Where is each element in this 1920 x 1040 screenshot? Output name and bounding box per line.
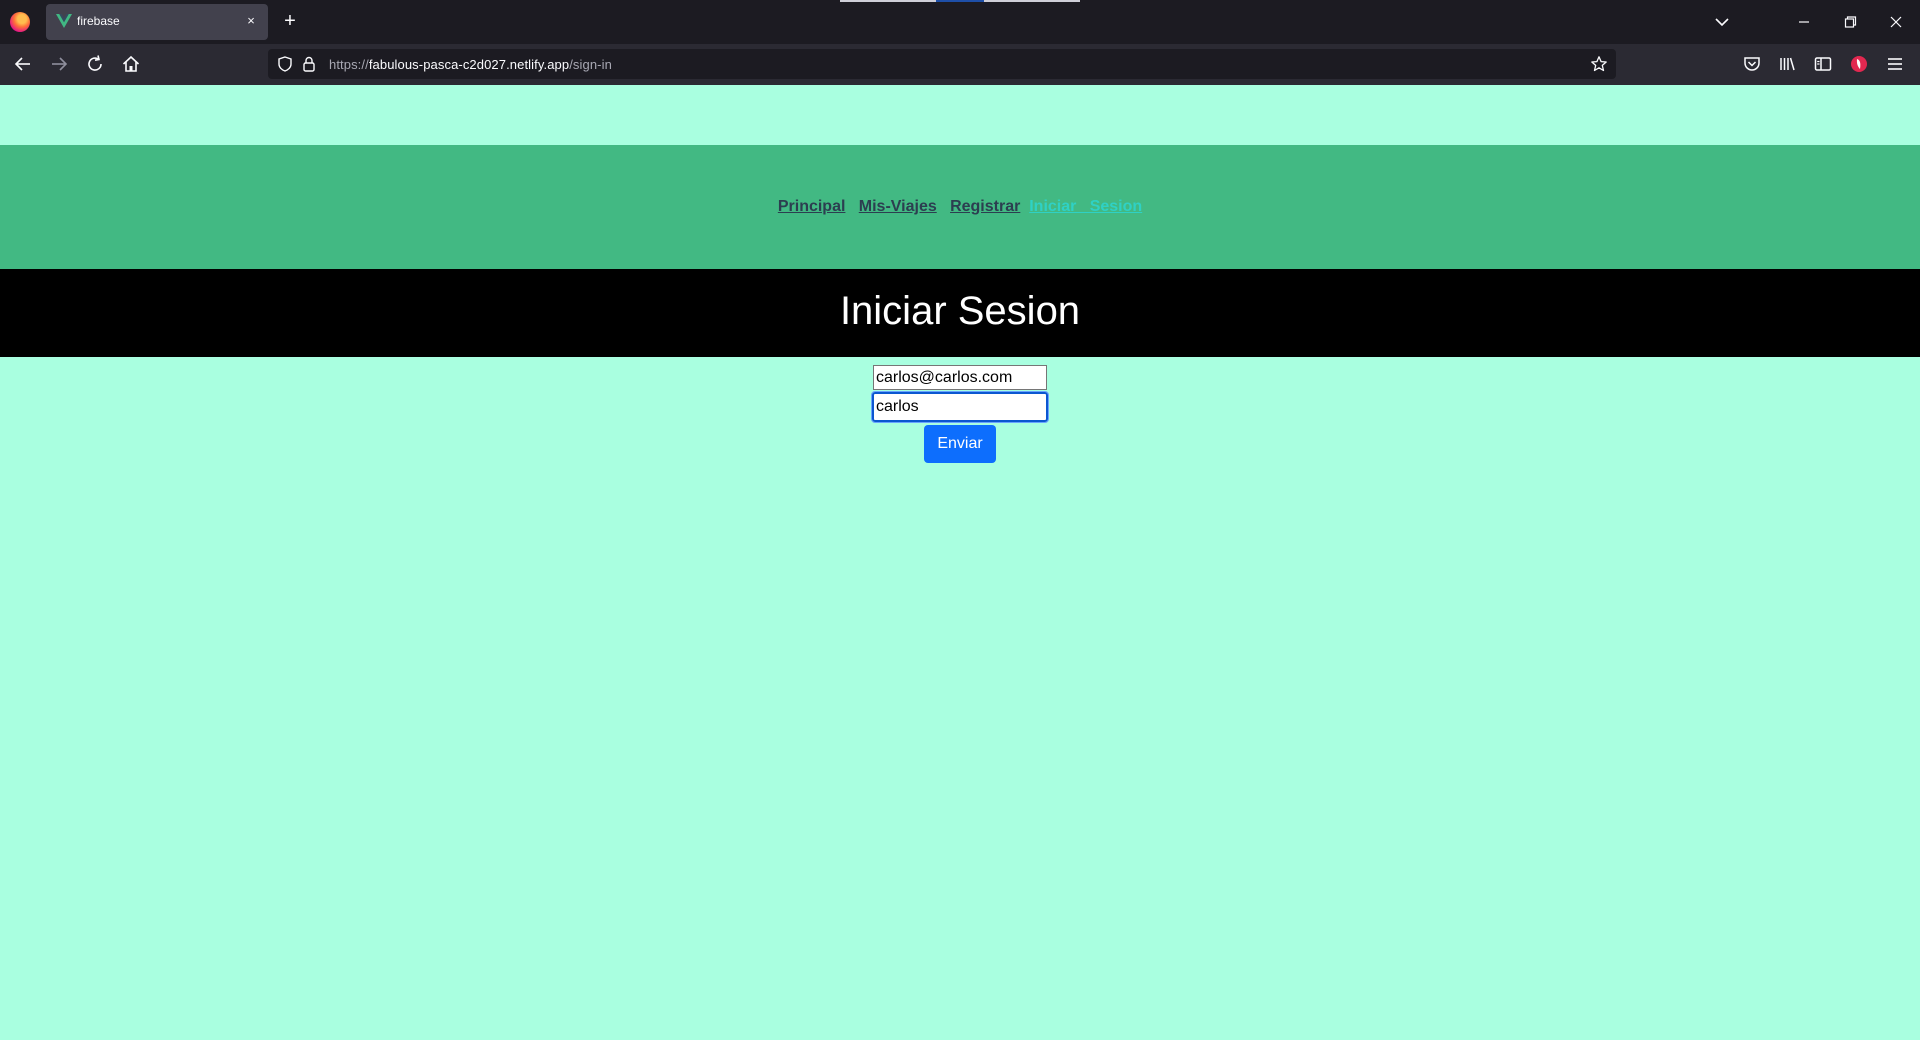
bookmark-star-icon[interactable]	[1590, 55, 1608, 73]
list-all-tabs-icon[interactable]	[1712, 12, 1732, 32]
extension-icon[interactable]	[1848, 53, 1870, 75]
url-prefix: https://	[329, 57, 369, 72]
browser-chrome: firebase × + https://fabulous-pasca-c2d0…	[0, 0, 1920, 85]
tab-title: firebase	[77, 14, 120, 28]
shield-icon[interactable]	[276, 55, 294, 73]
vue-favicon-icon	[56, 14, 72, 28]
url-path: /sign-in	[569, 57, 612, 72]
library-icon[interactable]	[1776, 53, 1798, 75]
nav-link-registrar[interactable]: Registrar	[950, 198, 1020, 215]
page-title: Iniciar Sesion	[839, 289, 1081, 333]
nav-separator	[937, 198, 950, 215]
page-banner: Iniciar Sesion	[0, 269, 1920, 357]
tab-close-icon[interactable]: ×	[242, 12, 260, 30]
navigation-toolbar: https://fabulous-pasca-c2d027.netlify.ap…	[0, 44, 1920, 85]
menu-icon[interactable]	[1884, 53, 1906, 75]
sidebar-icon[interactable]	[1812, 53, 1834, 75]
minimize-icon[interactable]	[1794, 12, 1814, 32]
close-window-icon[interactable]	[1886, 12, 1906, 32]
nav-separator	[1020, 198, 1029, 215]
tab-strip: firebase × +	[0, 0, 1920, 44]
password-input[interactable]	[871, 391, 1049, 423]
restore-icon[interactable]	[1840, 12, 1860, 32]
new-tab-icon[interactable]: +	[280, 11, 300, 31]
browser-tab[interactable]: firebase ×	[46, 4, 268, 40]
url-text[interactable]: https://fabulous-pasca-c2d027.netlify.ap…	[329, 57, 612, 72]
url-host: fabulous-pasca-c2d027.netlify.app	[368, 57, 570, 72]
reload-icon[interactable]	[84, 53, 106, 75]
email-input[interactable]	[873, 365, 1047, 390]
nav-link-principal[interactable]: Principal	[778, 198, 846, 215]
window-drag-indicator	[840, 0, 1080, 2]
url-bar[interactable]: https://fabulous-pasca-c2d027.netlify.ap…	[268, 49, 1616, 79]
submit-button[interactable]: Enviar	[924, 425, 996, 463]
site-nav: Principal Mis-Viajes Registrar Iniciar S…	[0, 145, 1920, 269]
home-icon[interactable]	[120, 53, 142, 75]
nav-link-mis-viajes[interactable]: Mis-Viajes	[859, 198, 937, 215]
nav-separator	[845, 198, 858, 215]
nav-links: Principal Mis-Viajes Registrar Iniciar S…	[0, 198, 1920, 216]
back-icon[interactable]	[12, 53, 34, 75]
lock-icon[interactable]	[300, 55, 318, 73]
firefox-logo-icon[interactable]	[10, 12, 30, 32]
page-content: Principal Mis-Viajes Registrar Iniciar S…	[0, 85, 1920, 1040]
nav-link-iniciar-sesion[interactable]: Iniciar Sesion	[1029, 198, 1142, 215]
pocket-icon[interactable]	[1741, 53, 1763, 75]
forward-icon[interactable]	[48, 53, 70, 75]
